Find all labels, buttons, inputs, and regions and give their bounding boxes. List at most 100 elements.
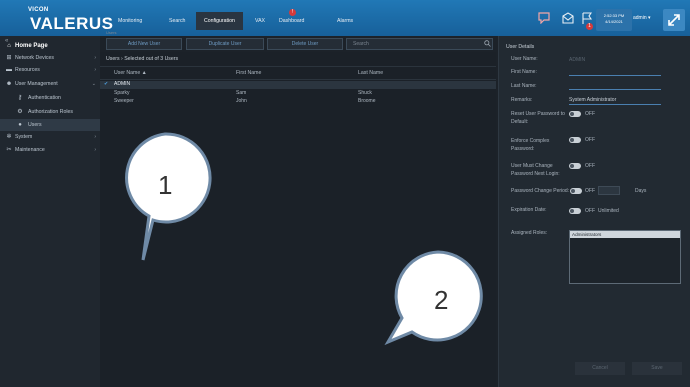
search-input[interactable]: Search [346, 38, 493, 50]
chat-icon[interactable] [537, 12, 551, 24]
sidebar-item-label: User Management [15, 81, 58, 87]
chevron-right-icon: › [94, 147, 96, 153]
top-bar: VICON VALERUS Monitoring Search Configur… [0, 0, 690, 36]
user-management-icon: ☻ [5, 81, 13, 87]
sidebar-item-users[interactable]: ● Users [0, 119, 100, 131]
user-menu[interactable]: admin ▾ [633, 15, 651, 21]
details-title: User Details [506, 44, 535, 50]
user-icon: ● [18, 122, 22, 128]
remarks-label: Remarks: [511, 97, 533, 103]
expiration-value: Unlimited [598, 208, 619, 214]
sidebar-item-label: Authentication [28, 95, 61, 101]
add-user-button[interactable]: Add New User [106, 38, 182, 50]
column-user-name[interactable]: User Name ▲ [114, 70, 147, 76]
label-line: Enforce Complex [511, 138, 550, 144]
notification-badge: 1 [586, 23, 593, 30]
remarks-field-underline [569, 104, 661, 105]
cell-last-name: Broome [358, 98, 376, 104]
check-icon: ✔ [104, 81, 109, 87]
breadcrumb-separator: › [121, 56, 123, 62]
delete-user-button[interactable]: Delete User [267, 38, 343, 50]
sidebar-item-label: Users [28, 122, 42, 128]
cell-first-name: John [236, 98, 247, 104]
sidebar-item-network-devices[interactable]: ⊞ Network Devices › [0, 52, 100, 64]
gear-icon: ✲ [6, 134, 12, 140]
divider [100, 79, 496, 80]
column-last-name[interactable]: Last Name [358, 70, 383, 76]
flag-icon[interactable] [580, 12, 594, 24]
table-row[interactable]: ✔ ADMIN [100, 81, 496, 89]
expiration-label: Expiration Date: [511, 207, 547, 213]
sidebar-item-maintenance[interactable]: ✂ Maintenance › [0, 144, 100, 156]
complex-password-toggle[interactable] [569, 137, 581, 143]
logo-vicon: VICON [28, 7, 49, 13]
chevron-down-icon: ▾ [648, 15, 651, 21]
save-button[interactable]: Save [632, 362, 682, 375]
chevron-right-icon: › [94, 134, 96, 140]
role-item-administrators[interactable]: Administrators [570, 231, 680, 238]
envelope-icon[interactable] [561, 12, 575, 24]
last-name-field[interactable] [569, 89, 661, 90]
first-name-field[interactable] [569, 75, 661, 76]
label-line: Default: [511, 119, 529, 125]
sidebar-item-label: Network Devices [15, 55, 54, 61]
fullscreen-button[interactable] [663, 9, 685, 31]
cell-user-name: Sparky [114, 90, 130, 96]
sidebar-item-label: System [15, 134, 33, 140]
password-period-toggle[interactable] [570, 188, 582, 194]
password-period-stepper[interactable] [598, 186, 620, 195]
roles-icon: ⚙ [17, 109, 23, 115]
password-period-state: OFF [585, 188, 595, 194]
sidebar-item-label: Authorization Roles [28, 109, 73, 115]
user-name-label: User Name: [511, 56, 538, 62]
nav-search[interactable]: Search [169, 18, 185, 24]
chevron-right-icon: › [94, 67, 96, 73]
sidebar-item-home[interactable]: ⌂ Home Page [0, 40, 100, 52]
remarks-value[interactable]: System Administrator [569, 97, 616, 103]
selection-count: Selected out of 3 Users [124, 56, 179, 62]
nav-vax[interactable]: VAX [255, 18, 265, 24]
expiration-toggle[interactable] [569, 208, 581, 214]
dashboard-alert-badge: ! [289, 9, 296, 16]
reset-password-state: OFF [585, 111, 595, 117]
sidebar-item-label: Resources [15, 67, 40, 73]
sidebar-item-authorization-roles[interactable]: ⚙ Authorization Roles [0, 106, 100, 118]
roles-list[interactable] [569, 230, 681, 284]
reset-password-label: Reset User Password to Default: [511, 110, 565, 126]
nav-alarms[interactable]: Alarms [337, 18, 353, 24]
key-icon: ⚷ [17, 95, 23, 101]
resources-icon: ▬ [6, 67, 12, 73]
chevron-right-icon: › [94, 55, 96, 61]
divider [100, 66, 496, 67]
cell-first-name: Sam [236, 90, 247, 96]
table-row[interactable]: Sweeper John Broome [100, 98, 496, 106]
cancel-button[interactable]: Cancel [575, 362, 625, 375]
breadcrumb: Users [106, 30, 117, 35]
nav-configuration[interactable]: Configuration [196, 12, 243, 30]
label-line: Password Next Login: [511, 171, 560, 177]
must-change-state: OFF [585, 163, 595, 169]
clock-date: 4/14/2021 [605, 19, 623, 24]
password-period-unit: Days [635, 188, 647, 194]
sidebar-item-authentication[interactable]: ⚷ Authentication [0, 92, 100, 104]
callout-number-2: 2 [434, 285, 449, 315]
expand-icon [668, 14, 680, 26]
sidebar-item-user-management[interactable]: ☻ User Management ⌄ [0, 78, 100, 90]
first-name-label: First Name: [511, 69, 537, 75]
table-row[interactable]: Sparky Sam Shuck [100, 90, 496, 98]
sidebar-item-resources[interactable]: ▬ Resources › [0, 64, 100, 76]
sidebar-item-label: Home Page [15, 43, 48, 49]
network-icon: ⊞ [6, 55, 12, 61]
breadcrumb-root[interactable]: Users [106, 56, 120, 62]
duplicate-user-button[interactable]: Duplicate User [186, 38, 264, 50]
search-icon[interactable] [484, 40, 491, 47]
password-period-label: Password Change Period: [511, 188, 570, 194]
must-change-toggle[interactable] [569, 163, 581, 169]
sidebar-item-system[interactable]: ✲ System › [0, 131, 100, 143]
reset-password-toggle[interactable] [569, 111, 581, 117]
sidebar-item-label: Maintenance [15, 147, 45, 153]
column-first-name[interactable]: First Name [236, 70, 261, 76]
nav-dashboard[interactable]: Dashboard [279, 18, 304, 24]
cell-user-name: Sweeper [114, 98, 134, 104]
nav-monitoring[interactable]: Monitoring [118, 18, 142, 24]
